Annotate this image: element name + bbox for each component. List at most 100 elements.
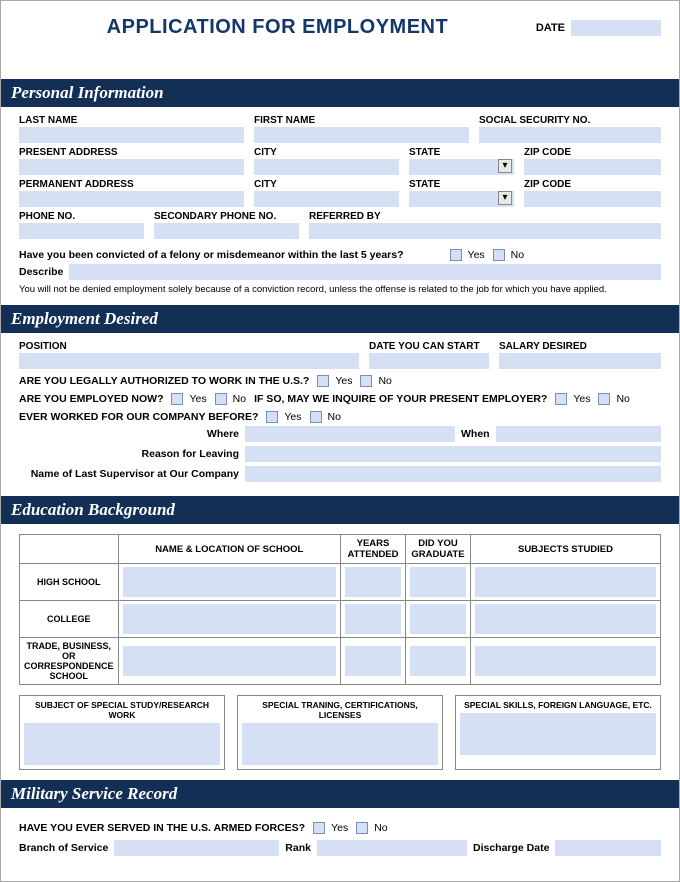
reason-input[interactable]	[245, 446, 661, 462]
edu-col-grad: DID YOU GRADUATE	[406, 535, 471, 564]
edu-col-years: YEARS ATTENDED	[341, 535, 406, 564]
last-name-input[interactable]	[19, 127, 244, 143]
skills-input[interactable]	[460, 713, 656, 755]
hs-grad-input[interactable]	[410, 567, 466, 597]
describe-label: Describe	[19, 266, 63, 278]
first-name-input[interactable]	[254, 127, 469, 143]
section-military-heading: Military Service Record	[1, 780, 679, 808]
ssn-input[interactable]	[479, 127, 661, 143]
permanent-city-label: CITY	[254, 179, 399, 190]
inquire-question: IF SO, MAY WE INQUIRE OF YOUR PRESENT EM…	[254, 393, 547, 405]
present-state-label: STATE	[409, 147, 514, 158]
present-address-label: PRESENT ADDRESS	[19, 147, 244, 158]
permanent-address-label: PERMANENT ADDRESS	[19, 179, 244, 190]
present-zip-label: ZIP CODE	[524, 147, 661, 158]
referred-label: REFERRED BY	[309, 211, 661, 222]
training-input[interactable]	[242, 723, 438, 765]
felony-yes-checkbox[interactable]	[450, 249, 462, 261]
yes-label: Yes	[468, 249, 485, 261]
authorized-no-checkbox[interactable]	[360, 375, 372, 387]
referred-input[interactable]	[309, 223, 661, 239]
permanent-zip-input[interactable]	[524, 191, 661, 207]
hs-name-input[interactable]	[123, 567, 336, 597]
position-label: POSITION	[19, 341, 359, 352]
worked-no-checkbox[interactable]	[310, 411, 322, 423]
served-no-checkbox[interactable]	[356, 822, 368, 834]
first-name-label: FIRST NAME	[254, 115, 469, 126]
where-label: Where	[19, 428, 239, 440]
start-input[interactable]	[369, 353, 489, 369]
special-study-input[interactable]	[24, 723, 220, 765]
permanent-zip-label: ZIP CODE	[524, 179, 661, 190]
inquire-no-checkbox[interactable]	[598, 393, 610, 405]
trade-subjects-input[interactable]	[475, 646, 656, 676]
present-address-input[interactable]	[19, 159, 244, 175]
box-skills-label: SPECIAL SKILLS, FOREIGN LANGUAGE, ETC.	[460, 700, 656, 710]
date-input[interactable]	[571, 20, 661, 36]
section-personal-heading: Personal Information	[1, 79, 679, 107]
employed-yes-checkbox[interactable]	[171, 393, 183, 405]
no-label: No	[511, 249, 524, 261]
trade-years-input[interactable]	[345, 646, 401, 676]
permanent-city-input[interactable]	[254, 191, 399, 207]
start-label: DATE YOU CAN START	[369, 341, 489, 352]
college-name-input[interactable]	[123, 604, 336, 634]
inquire-yes-checkbox[interactable]	[555, 393, 567, 405]
when-label: When	[461, 428, 490, 440]
phone2-input[interactable]	[154, 223, 299, 239]
permanent-state-select[interactable]	[409, 191, 514, 207]
served-yes-checkbox[interactable]	[313, 822, 325, 834]
salary-input[interactable]	[499, 353, 661, 369]
box-training-label: SPECIAL TRANING, CERTIFICATIONS, LICENSE…	[242, 700, 438, 720]
present-city-input[interactable]	[254, 159, 399, 175]
authorized-yes-checkbox[interactable]	[317, 375, 329, 387]
felony-no-checkbox[interactable]	[493, 249, 505, 261]
section-employment-heading: Employment Desired	[1, 305, 679, 333]
box-special-study-label: SUBJECT OF SPECIAL STUDY/RESEARCH WORK	[24, 700, 220, 720]
reason-label: Reason for Leaving	[19, 448, 239, 460]
position-input[interactable]	[19, 353, 359, 369]
present-zip-input[interactable]	[524, 159, 661, 175]
phone2-label: SECONDARY PHONE NO.	[154, 211, 299, 222]
supervisor-label: Name of Last Supervisor at Our Company	[19, 468, 239, 480]
ssn-label: SOCIAL SECURITY NO.	[479, 115, 661, 126]
salary-label: SALARY DESIRED	[499, 341, 661, 352]
rank-input[interactable]	[317, 840, 467, 856]
hs-years-input[interactable]	[345, 567, 401, 597]
edu-row-trade: TRADE, BUSINESS, OR CORRESPONDENCE SCHOO…	[20, 638, 119, 685]
trade-name-input[interactable]	[123, 646, 336, 676]
section-education-heading: Education Background	[1, 496, 679, 524]
page-title: APPLICATION FOR EMPLOYMENT	[19, 16, 536, 39]
employed-no-checkbox[interactable]	[215, 393, 227, 405]
rank-label: Rank	[285, 842, 311, 854]
discharge-input[interactable]	[555, 840, 661, 856]
edu-col-subjects: SUBJECTS STUDIED	[471, 535, 661, 564]
discharge-label: Discharge Date	[473, 842, 549, 854]
worked-before-question: EVER WORKED FOR OUR COMPANY BEFORE?	[19, 411, 258, 423]
supervisor-input[interactable]	[245, 466, 661, 482]
edu-col-name: NAME & LOCATION OF SCHOOL	[118, 535, 340, 564]
when-input[interactable]	[496, 426, 661, 442]
last-name-label: LAST NAME	[19, 115, 244, 126]
felony-question: Have you been convicted of a felony or m…	[19, 249, 404, 261]
permanent-address-input[interactable]	[19, 191, 244, 207]
college-subjects-input[interactable]	[475, 604, 656, 634]
trade-grad-input[interactable]	[410, 646, 466, 676]
branch-label: Branch of Service	[19, 842, 108, 854]
served-question: HAVE YOU EVER SERVED IN THE U.S. ARMED F…	[19, 822, 305, 834]
authorized-question: ARE YOU LEGALLY AUTHORIZED TO WORK IN TH…	[19, 375, 309, 387]
edu-row-college: COLLEGE	[20, 601, 119, 638]
hs-subjects-input[interactable]	[475, 567, 656, 597]
college-grad-input[interactable]	[410, 604, 466, 634]
describe-input[interactable]	[69, 264, 661, 280]
worked-yes-checkbox[interactable]	[266, 411, 278, 423]
phone-input[interactable]	[19, 223, 144, 239]
edu-row-hs: HIGH SCHOOL	[20, 564, 119, 601]
conviction-note: You will not be denied employment solely…	[19, 284, 661, 295]
education-table: NAME & LOCATION OF SCHOOL YEARS ATTENDED…	[19, 534, 661, 685]
present-city-label: CITY	[254, 147, 399, 158]
branch-input[interactable]	[114, 840, 279, 856]
where-input[interactable]	[245, 426, 455, 442]
present-state-select[interactable]	[409, 159, 514, 175]
college-years-input[interactable]	[345, 604, 401, 634]
